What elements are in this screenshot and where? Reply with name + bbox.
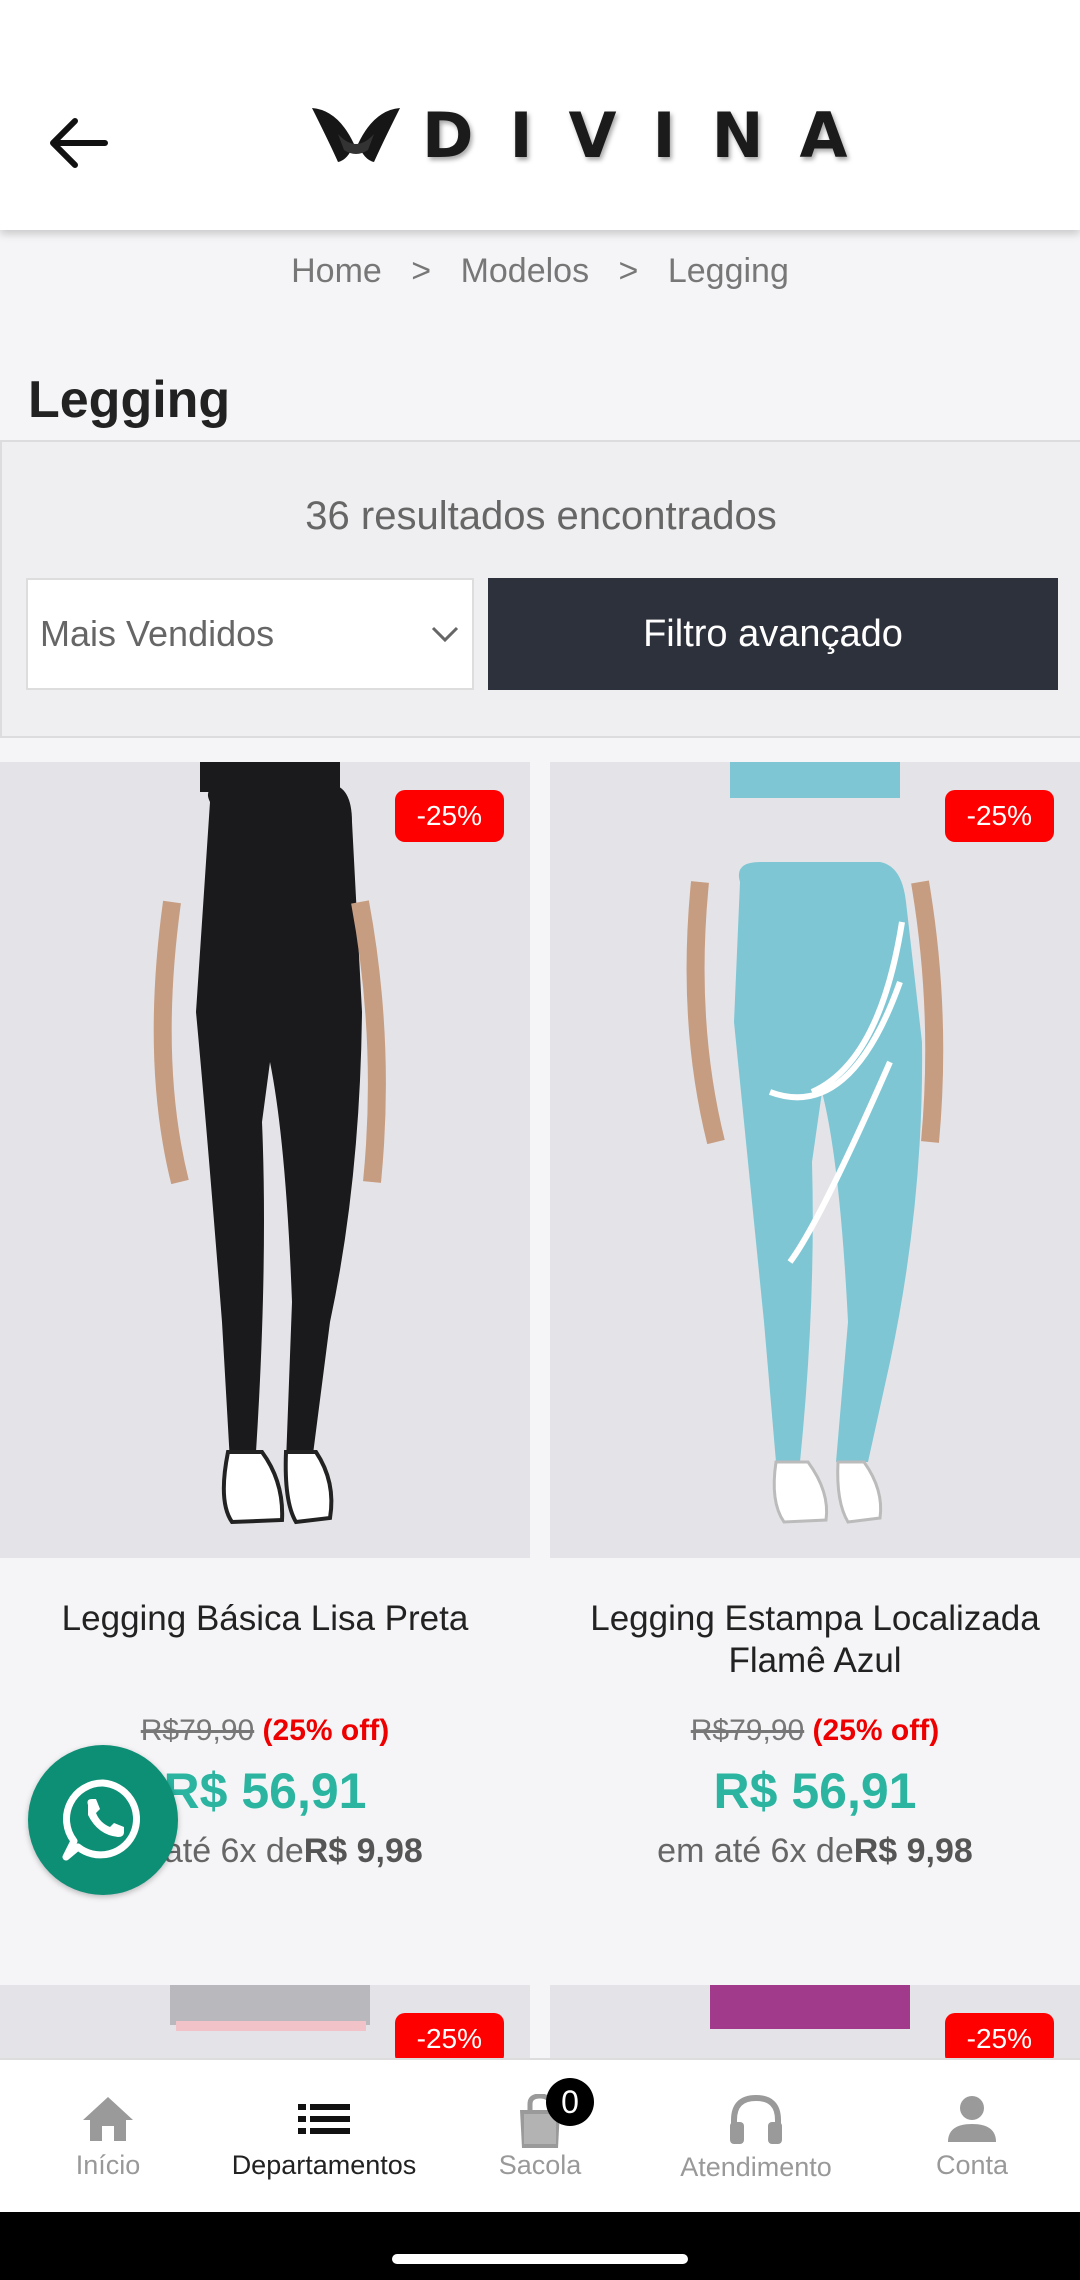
product-image[interactable]: -25% <box>0 762 530 1558</box>
nav-label: Conta <box>935 2150 1009 2180</box>
system-navigation-bar <box>0 2212 1080 2280</box>
nav-atendimento[interactable]: Atendimento <box>648 2060 864 2214</box>
nav-label: Atendimento <box>680 2152 832 2182</box>
old-price: R$79,90 <box>140 1714 255 1747</box>
product-image[interactable]: -25% <box>550 762 1080 1558</box>
breadcrumb-separator: > <box>618 252 639 290</box>
filter-panel: 36 resultados encontrados Mais Vendidos … <box>0 440 1080 738</box>
installment-value: R$ 9,98 <box>853 1832 973 1870</box>
list-icon <box>298 2104 350 2134</box>
home-icon <box>83 2097 133 2141</box>
whatsapp-button[interactable] <box>28 1745 178 1895</box>
discount-badge: -25% <box>394 790 504 842</box>
product-image[interactable]: -25% <box>0 1985 530 2058</box>
price-old-row: R$79,90 (25% off) <box>0 1714 530 1748</box>
advanced-filter-button[interactable]: Filtro avançado <box>488 578 1058 690</box>
discount-badge: -25% <box>944 2013 1054 2058</box>
page-title: Legging <box>28 371 231 429</box>
user-icon <box>948 2096 996 2142</box>
arrow-left-icon <box>50 118 108 168</box>
bottom-navigation: Início Departamentos 0 Sacola Atendiment… <box>0 2058 1080 2214</box>
whatsapp-icon <box>62 1779 141 1861</box>
discount-badge: -25% <box>394 2013 504 2058</box>
nav-label: Departamentos <box>231 2150 417 2180</box>
breadcrumb-modelos[interactable]: Modelos <box>461 252 590 290</box>
discount-badge: -25% <box>944 790 1054 842</box>
breadcrumb-current[interactable]: Legging <box>668 252 789 290</box>
product-name[interactable]: Legging Estampa Localizada Flamê Azul <box>570 1598 1060 1682</box>
discount-label: (25% off) <box>262 1714 390 1747</box>
sort-selected-value: Mais Vendidos <box>40 613 275 654</box>
back-button[interactable] <box>44 108 114 178</box>
price-old-row: R$79,90 (25% off) <box>550 1714 1080 1748</box>
app-header: DIVINA <box>0 0 1080 230</box>
nav-conta[interactable]: Conta <box>864 2060 1080 2214</box>
brand-logo[interactable]: DIVINA <box>308 98 884 172</box>
legging-photo <box>550 762 1080 1558</box>
nav-inicio[interactable]: Início <box>0 2060 216 2214</box>
home-indicator[interactable] <box>392 2254 688 2264</box>
installments: em até 6x deR$ 9,98 <box>550 1832 1080 1871</box>
nav-departamentos[interactable]: Departamentos <box>216 2060 432 2214</box>
current-price: R$ 56,91 <box>713 1763 917 1819</box>
butterfly-logo-icon <box>312 108 400 162</box>
chevron-down-icon <box>431 626 459 643</box>
old-price: R$79,90 <box>690 1714 805 1747</box>
headphones-icon <box>730 2094 782 2144</box>
product-image[interactable]: -25% <box>550 1985 1080 2058</box>
nav-label: Sacola <box>498 2150 582 2180</box>
legging-photo <box>0 762 530 1558</box>
brand-name: DIVINA <box>422 98 884 172</box>
product-name[interactable]: Legging Básica Lisa Preta <box>20 1598 510 1640</box>
nav-label: Início <box>75 2150 141 2180</box>
discount-label: (25% off) <box>812 1714 940 1747</box>
sort-select[interactable]: Mais Vendidos <box>26 578 474 690</box>
breadcrumb-home[interactable]: Home <box>291 252 382 290</box>
breadcrumb-separator: > <box>411 252 432 290</box>
installments-prefix: em até 6x de <box>657 1832 854 1870</box>
cart-count-badge: 0 <box>546 2078 594 2126</box>
results-count: 36 resultados encontrados <box>305 494 777 538</box>
breadcrumb: Home > Modelos > Legging <box>0 252 1080 291</box>
installment-value: R$ 9,98 <box>303 1832 423 1870</box>
nav-sacola[interactable]: 0 Sacola <box>432 2060 648 2214</box>
